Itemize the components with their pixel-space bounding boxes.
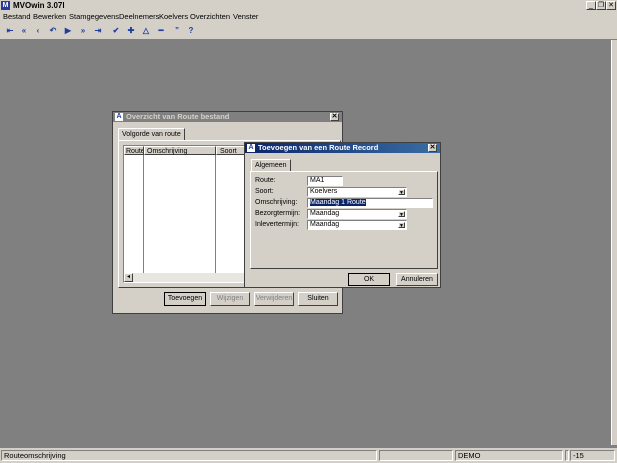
- close-button[interactable]: ✕: [606, 1, 616, 10]
- record-tab-panel: Route: MA1 Soort: Koelvers ▼ Omschrijvin…: [250, 171, 438, 269]
- scroll-left-arrow-icon[interactable]: ◂: [124, 273, 133, 282]
- page-forward-icon[interactable]: »: [78, 26, 88, 36]
- edit-button[interactable]: Wijzigen: [210, 292, 250, 306]
- toolbar: ⇤ « ‹ ↶ ▶ » ⇥ ✔ ✚ △ ━ ” ?: [0, 23, 617, 40]
- chevron-down-icon[interactable]: ▼: [398, 189, 405, 196]
- quote-icon[interactable]: ”: [172, 26, 182, 36]
- ok-button[interactable]: OK: [348, 273, 390, 286]
- route-list: Route Omschrijving Soort Ro ◂: [123, 145, 249, 283]
- horizontal-scrollbar[interactable]: ◂: [124, 273, 248, 282]
- main-title-bar: M MVOwin 3.07l _ ❐ ✕: [0, 0, 617, 11]
- route-field[interactable]: MA1: [307, 176, 343, 186]
- menu-venster[interactable]: Venster: [233, 11, 258, 23]
- column-divider: [215, 155, 216, 273]
- cancel-button[interactable]: Annuleren: [396, 273, 438, 286]
- restore-button[interactable]: ❐: [596, 1, 606, 10]
- last-record-icon[interactable]: ⇥: [93, 26, 103, 36]
- chevron-down-icon[interactable]: ▼: [398, 222, 405, 229]
- page-back-icon[interactable]: «: [19, 26, 29, 36]
- status-panel-small: [565, 450, 569, 461]
- help-icon[interactable]: ?: [186, 26, 196, 36]
- add-record-dialog: A Toevoegen van een Route Record ✕ Algem…: [244, 142, 441, 288]
- route-label: Route:: [255, 177, 276, 184]
- overview-title-bar: A Overzicht van Route bestand ✕: [113, 112, 342, 122]
- add-record-title-bar: A Toevoegen van een Route Record ✕: [245, 143, 440, 153]
- confirm-icon[interactable]: ✔: [111, 26, 121, 36]
- inlevertermijn-select[interactable]: Maandag ▼: [307, 220, 407, 230]
- menu-koelvers[interactable]: Koelvers: [159, 11, 188, 23]
- edit-icon[interactable]: △: [141, 26, 151, 36]
- bezorgtermijn-value: Maandag: [310, 210, 340, 217]
- add-button[interactable]: Toevoegen: [164, 292, 206, 306]
- overview-close-button[interactable]: ✕: [330, 113, 339, 121]
- app-title-icon: A: [115, 113, 123, 121]
- menu-bestand[interactable]: Bestand: [3, 11, 31, 23]
- app-title-icon: A: [247, 144, 255, 152]
- previous-record-icon[interactable]: ‹: [33, 26, 43, 36]
- delete-button[interactable]: Verwijderen: [254, 292, 294, 306]
- inlevertermijn-value: Maandag: [310, 221, 340, 228]
- status-text: Routeomschrijving: [1, 450, 377, 461]
- next-record-icon[interactable]: ▶: [63, 26, 73, 36]
- add-record-close-button[interactable]: ✕: [428, 144, 437, 152]
- menu-deelnemers[interactable]: Deelnemers: [119, 11, 159, 23]
- column-header-omschrijving[interactable]: Omschrijving: [144, 146, 216, 155]
- column-divider: [143, 155, 144, 273]
- inlevertermijn-label: Inlevertermijn:: [255, 221, 299, 228]
- add-record-title: Toevoegen van een Route Record: [258, 143, 379, 152]
- status-mode: DEMO: [455, 450, 563, 461]
- soort-label: Soort:: [255, 188, 274, 195]
- right-edge-pane: [611, 40, 617, 445]
- app-icon: M: [1, 1, 10, 10]
- omschrijving-field[interactable]: Maandag 1 Route: [307, 198, 433, 208]
- first-record-icon[interactable]: ⇤: [5, 26, 15, 36]
- status-panel-empty: [379, 450, 453, 461]
- soort-value: Koelvers: [310, 188, 338, 195]
- bezorgtermijn-label: Bezorgtermijn:: [255, 210, 301, 217]
- column-header-route[interactable]: Route: [124, 146, 144, 155]
- chevron-down-icon[interactable]: ▼: [398, 211, 405, 218]
- delete-icon[interactable]: ━: [156, 26, 166, 36]
- app-title: MVOwin 3.07l: [13, 1, 65, 10]
- status-bar: Routeomschrijving DEMO -15: [0, 448, 617, 463]
- menu-bewerken[interactable]: Bewerken: [33, 11, 66, 23]
- status-code: -15: [570, 450, 615, 461]
- soort-select[interactable]: Koelvers ▼: [307, 187, 407, 197]
- omschrijving-selected-text: Maandag 1 Route: [310, 199, 366, 206]
- add-icon[interactable]: ✚: [126, 26, 136, 36]
- minimize-button[interactable]: _: [586, 1, 596, 10]
- menu-bar: Bestand Bewerken Stamgegevens Deelnemers…: [0, 11, 617, 23]
- menu-stamgegevens[interactable]: Stamgegevens: [69, 11, 119, 23]
- bezorgtermijn-select[interactable]: Maandag ▼: [307, 209, 407, 219]
- close-dialog-button[interactable]: Sluiten: [298, 292, 338, 306]
- omschrijving-label: Omschrijving:: [255, 199, 298, 206]
- menu-overzichten[interactable]: Overzichten: [190, 11, 230, 23]
- overview-title: Overzicht van Route bestand: [126, 112, 230, 121]
- undo-icon[interactable]: ↶: [48, 26, 58, 36]
